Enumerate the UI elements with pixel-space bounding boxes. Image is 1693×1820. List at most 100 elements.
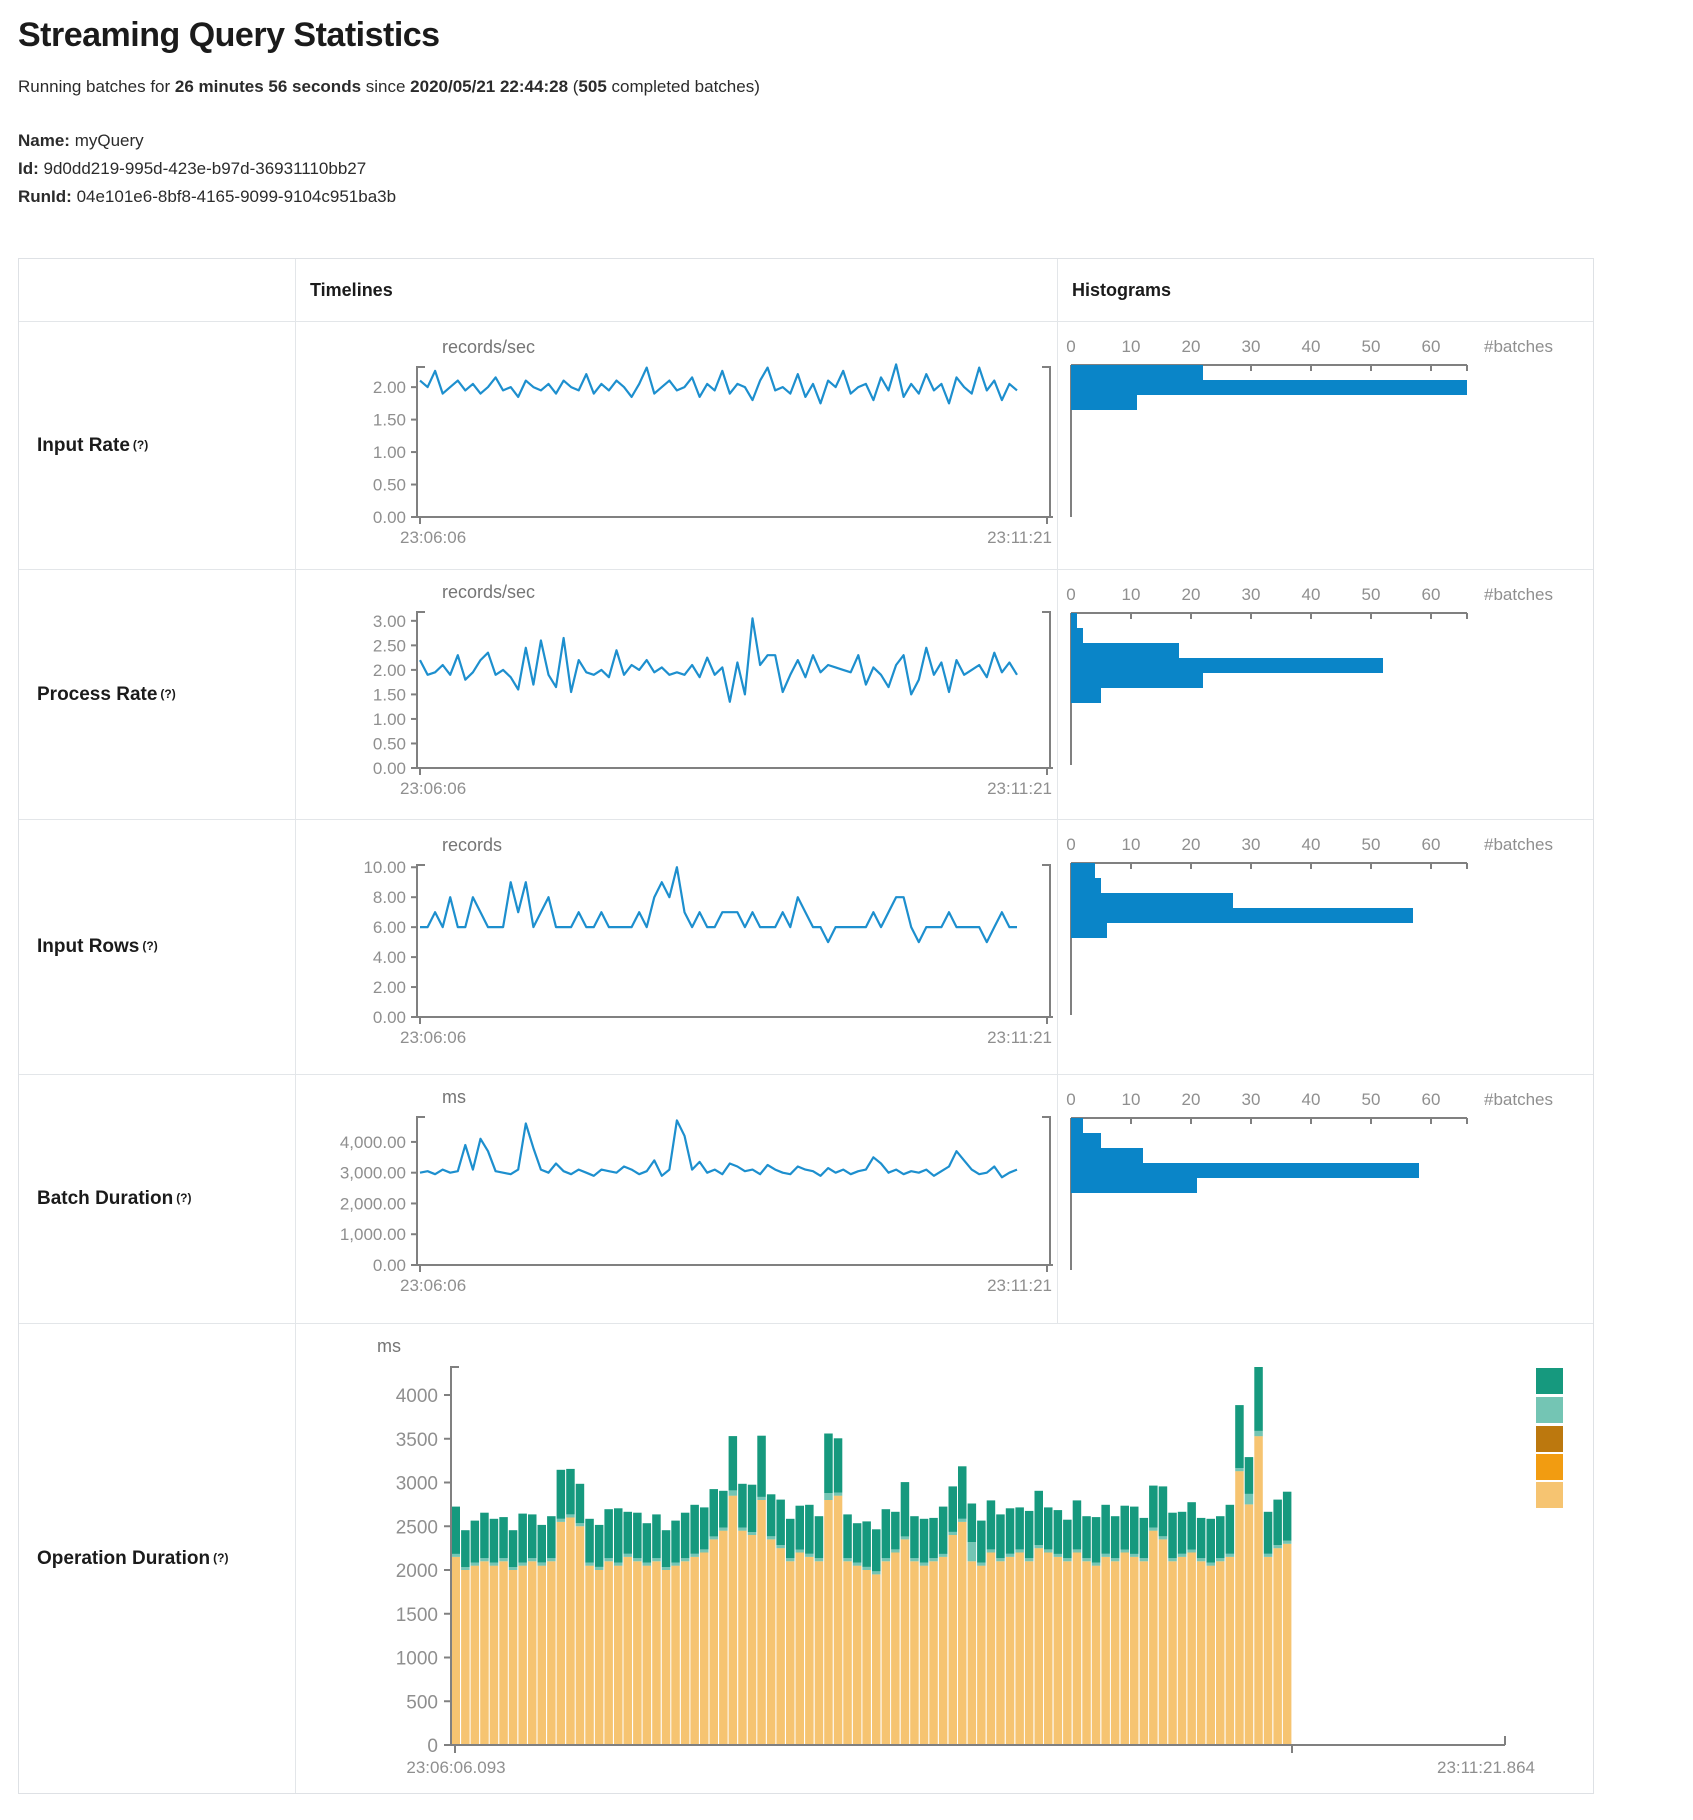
stacked-bar-segment <box>1273 1545 1282 1548</box>
input-rows-help-icon[interactable]: (?) <box>142 939 157 953</box>
stacked-bar-segment <box>652 1514 661 1558</box>
x-end-label: 23:11:21 <box>987 1028 1052 1047</box>
stacked-bar-segment <box>557 1470 566 1519</box>
stacked-bar-segment <box>1101 1554 1110 1557</box>
stacked-bar-segment <box>1063 1520 1072 1559</box>
hist-tick-label: 50 <box>1362 1090 1381 1109</box>
x-start-label: 23:06:06.093 <box>406 1758 505 1777</box>
stacked-bar-segment <box>929 1561 938 1745</box>
hist-tick-label: 10 <box>1122 835 1141 854</box>
stacked-bar-segment <box>1006 1554 1015 1557</box>
stacked-bar-segment <box>1073 1500 1082 1549</box>
stacked-bar-segment <box>1092 1566 1101 1745</box>
y-tick-label: 1000 <box>396 1649 438 1670</box>
row-label-input-rows: Input Rows(?) <box>19 819 295 1074</box>
query-metadata: Name: myQuery Id: 9d0dd219-995d-423e-b97… <box>18 127 1678 211</box>
stacked-bar-segment <box>1025 1558 1034 1561</box>
x-end-label: 23:11:21 <box>987 779 1052 798</box>
hist-tick-label: 0 <box>1066 337 1075 356</box>
stacked-bar-segment <box>1015 1507 1024 1549</box>
stacked-bar-segment <box>996 1558 1005 1561</box>
stacked-bar-segment <box>1054 1557 1063 1745</box>
stacked-bar-segment <box>566 1469 575 1515</box>
hist-tick-label: 40 <box>1302 1090 1321 1109</box>
stacked-bar-segment <box>1130 1507 1139 1554</box>
stacked-bar-segment <box>748 1485 757 1532</box>
stacked-bar-segment <box>824 1434 833 1494</box>
stacked-bar-segment <box>1111 1516 1120 1558</box>
running-duration: 26 minutes 56 seconds <box>175 77 361 96</box>
stacked-bar-segment <box>757 1497 766 1500</box>
stacked-bar-segment <box>566 1514 575 1517</box>
legend-teal-swatch <box>1536 1368 1563 1394</box>
paren-close: completed batches) <box>607 77 760 96</box>
y-tick-label: 0.00 <box>373 1008 406 1027</box>
stacked-bar-segment <box>767 1536 776 1539</box>
input-rate-help-icon[interactable]: (?) <box>133 438 148 452</box>
id-value: 9d0dd219-995d-423e-b97d-36931110bb27 <box>44 159 367 178</box>
stacked-bar-segment <box>1006 1508 1015 1554</box>
stacked-bar-segment <box>796 1553 805 1746</box>
y-tick-label: 1,000.00 <box>340 1225 406 1244</box>
stacked-bar-segment <box>509 1567 518 1570</box>
y-tick-label: 4,000.00 <box>340 1133 406 1152</box>
stacked-bar-segment <box>968 1504 977 1543</box>
hist-tick-label: 60 <box>1422 1090 1441 1109</box>
input-rate-histogram-chart: 0102030405060#batches <box>1057 321 1593 569</box>
stacked-bar-segment <box>1226 1557 1235 1745</box>
y-tick-label: 2.50 <box>373 636 406 655</box>
stacked-bar-segment <box>776 1545 785 1548</box>
stacked-bar-segment <box>518 1563 527 1566</box>
stacked-bar-segment <box>604 1558 613 1561</box>
hist-tick-label: 10 <box>1122 337 1141 356</box>
stacked-bar-segment <box>1216 1561 1225 1745</box>
hist-tick-label: 60 <box>1422 835 1441 854</box>
stacked-bar-segment <box>585 1566 594 1745</box>
timeline-series <box>420 618 1017 701</box>
histogram-bar <box>1071 613 1077 628</box>
stacked-bar-segment <box>882 1509 891 1558</box>
operation-duration-help-icon[interactable]: (?) <box>213 1551 228 1565</box>
stacked-bar-segment <box>1149 1528 1158 1531</box>
stacked-bar-segment <box>547 1516 556 1558</box>
stacked-bar-segment <box>518 1514 527 1563</box>
stacked-bar-segment <box>757 1436 766 1497</box>
hist-axis-unit-label: #batches <box>1484 835 1553 854</box>
hist-tick-label: 10 <box>1122 585 1141 604</box>
stacked-bar-segment <box>805 1505 814 1554</box>
x-start-label: 23:06:06 <box>400 528 466 547</box>
stacked-bar-segment <box>643 1563 652 1566</box>
stacked-bar-segment <box>843 1561 852 1745</box>
stacked-bar-segment <box>1101 1557 1110 1745</box>
stacked-bar-segment <box>1273 1548 1282 1745</box>
y-tick-label: 1.50 <box>373 685 406 704</box>
stacked-bar-segment <box>690 1557 699 1745</box>
stacked-bar-segment <box>719 1528 728 1531</box>
histogram-bar <box>1071 863 1095 878</box>
y-tick-label: 8.00 <box>373 888 406 907</box>
query-id-line: Id: 9d0dd219-995d-423e-b97d-36931110bb27 <box>18 155 1678 183</box>
streaming-query-statistics-page: Streaming Query Statistics Running batch… <box>18 0 1678 211</box>
stacked-bar-segment <box>1101 1505 1110 1554</box>
batch-duration-help-icon[interactable]: (?) <box>176 1191 191 1205</box>
y-tick-label: 3.00 <box>373 612 406 631</box>
stacked-bar-segment <box>1283 1541 1292 1544</box>
stacked-bar-segment <box>977 1521 986 1563</box>
stacked-bar-segment <box>566 1518 575 1746</box>
process-rate-help-icon[interactable]: (?) <box>160 687 175 701</box>
query-runid-line: RunId: 04e101e6-8bf8-4165-9099-9104c951b… <box>18 183 1678 211</box>
stacked-bar-segment <box>910 1561 919 1745</box>
stacked-bar-segment <box>901 1482 910 1536</box>
y-tick-label: 1.00 <box>373 710 406 729</box>
histogram-bar <box>1071 643 1179 658</box>
stacked-bar-segment <box>471 1563 480 1566</box>
x-start-label: 23:06:06 <box>400 1276 466 1295</box>
stacked-bar-segment <box>1226 1505 1235 1554</box>
y-tick-label: 1.00 <box>373 443 406 462</box>
histogram-bar <box>1071 1118 1083 1133</box>
stacked-bar-segment <box>853 1523 862 1562</box>
stacked-bar-segment <box>1025 1561 1034 1745</box>
stacked-bar-segment <box>1235 1468 1244 1471</box>
stacked-bar-segment <box>662 1567 671 1570</box>
y-tick-label: 1.50 <box>373 411 406 430</box>
